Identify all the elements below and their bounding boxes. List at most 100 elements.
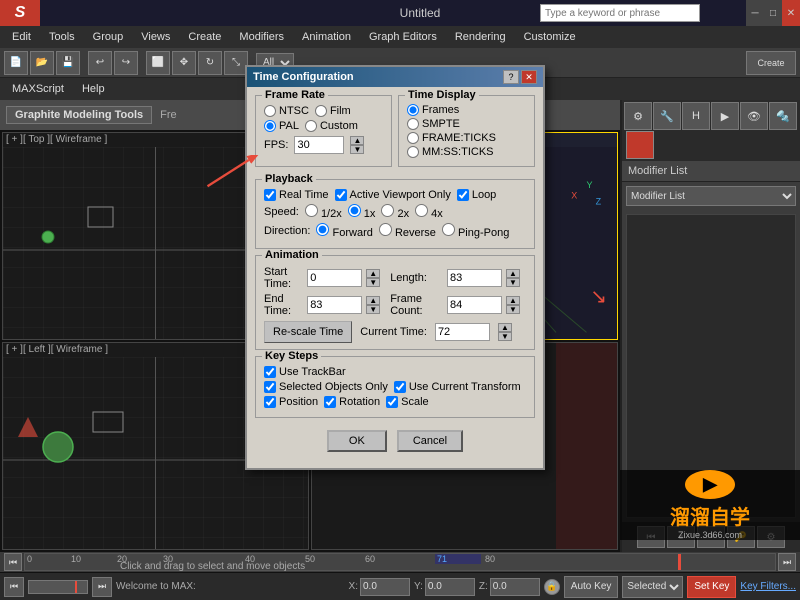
real-time-checkbox[interactable] bbox=[264, 189, 276, 201]
speed-2x-label[interactable]: 2x bbox=[381, 204, 409, 220]
frame-count-down[interactable]: ▼ bbox=[506, 305, 520, 314]
mm-ss-ticks-label: MM:SS:TICKS bbox=[422, 146, 494, 158]
ntsc-label[interactable]: NTSC bbox=[264, 105, 309, 117]
fps-label: FPS: bbox=[264, 139, 288, 151]
active-viewport-checkbox[interactable] bbox=[335, 189, 347, 201]
ntsc-radio[interactable] bbox=[264, 105, 276, 117]
length-down[interactable]: ▼ bbox=[506, 278, 520, 287]
current-time-down[interactable]: ▼ bbox=[498, 332, 512, 341]
dialog-titlebar: Time Configuration ? ✕ bbox=[247, 67, 543, 87]
frame-count-up[interactable]: ▲ bbox=[506, 296, 520, 305]
ping-pong-radio[interactable] bbox=[442, 223, 455, 236]
dialog-close-button[interactable]: ✕ bbox=[521, 70, 537, 84]
animation-section: Animation Start Time: ▲ ▼ Length: ▲ bbox=[255, 255, 535, 350]
start-time-up[interactable]: ▲ bbox=[366, 269, 380, 278]
ping-pong-label[interactable]: Ping-Pong bbox=[442, 223, 509, 239]
frame-ticks-radio[interactable] bbox=[407, 132, 419, 144]
speed-half-radio[interactable] bbox=[305, 204, 318, 217]
animation-title: Animation bbox=[262, 249, 322, 261]
start-time-down[interactable]: ▼ bbox=[366, 278, 380, 287]
frame-count-spinner: ▲ ▼ bbox=[506, 296, 526, 314]
use-trackbar-checkbox[interactable] bbox=[264, 366, 276, 378]
frames-row: Frames bbox=[407, 104, 526, 116]
forward-label[interactable]: Forward bbox=[316, 223, 372, 239]
selected-objects-label[interactable]: Selected Objects Only bbox=[264, 381, 388, 393]
current-time-up[interactable]: ▲ bbox=[498, 323, 512, 332]
start-time-input[interactable] bbox=[307, 269, 362, 287]
animation-grid: Start Time: ▲ ▼ Length: ▲ ▼ bbox=[264, 266, 526, 317]
scale-label[interactable]: Scale bbox=[386, 396, 429, 408]
smpte-row: SMPTE bbox=[407, 118, 526, 130]
app: S Untitled ─ □ ✕ Edit Tools Group Views … bbox=[0, 0, 800, 600]
transform-options-row: Position Rotation Scale bbox=[264, 396, 526, 408]
frame-ticks-row: FRAME:TICKS bbox=[407, 132, 526, 144]
end-time-up[interactable]: ▲ bbox=[366, 296, 380, 305]
speed-2x-radio[interactable] bbox=[381, 204, 394, 217]
speed-1x-label[interactable]: 1x bbox=[348, 204, 376, 220]
length-up[interactable]: ▲ bbox=[506, 269, 520, 278]
use-current-transform-checkbox[interactable] bbox=[394, 381, 406, 393]
end-time-down[interactable]: ▼ bbox=[366, 305, 380, 314]
forward-radio[interactable] bbox=[316, 223, 329, 236]
selected-objects-row: Selected Objects Only Use Current Transf… bbox=[264, 381, 526, 393]
smpte-label: SMPTE bbox=[422, 118, 460, 130]
mm-ss-ticks-radio[interactable] bbox=[407, 146, 419, 158]
scale-checkbox[interactable] bbox=[386, 396, 398, 408]
watermark: ▶ 溜溜自学 Zixue.3d66.com bbox=[620, 470, 800, 540]
logo-text: S bbox=[15, 4, 26, 22]
reverse-radio[interactable] bbox=[379, 223, 392, 236]
dialog-overlay: Time Configuration ? ✕ Frame Rate bbox=[0, 0, 800, 600]
speed-4x-label[interactable]: 4x bbox=[415, 204, 443, 220]
key-steps-section: Key Steps Use TrackBar Selected Objects … bbox=[255, 356, 535, 418]
playback-section: Playback Real Time Active Viewport Only bbox=[255, 179, 535, 249]
use-trackbar-label[interactable]: Use TrackBar bbox=[264, 366, 346, 378]
frame-rate-title: Frame Rate bbox=[262, 89, 328, 101]
max-logo: S bbox=[0, 0, 40, 26]
dialog-help-button[interactable]: ? bbox=[503, 70, 519, 84]
current-time-input[interactable] bbox=[435, 323, 490, 341]
custom-label[interactable]: Custom bbox=[305, 120, 358, 132]
end-time-input[interactable] bbox=[307, 296, 362, 314]
frame-count-input[interactable] bbox=[447, 296, 502, 314]
watermark-icon: ▶ bbox=[685, 470, 735, 499]
selected-objects-checkbox[interactable] bbox=[264, 381, 276, 393]
rotation-checkbox[interactable] bbox=[324, 396, 336, 408]
loop-label[interactable]: Loop bbox=[457, 189, 496, 201]
speed-half-label[interactable]: 1/2x bbox=[305, 204, 342, 220]
fps-input[interactable] bbox=[294, 136, 344, 154]
frame-count-label: Frame Count: bbox=[390, 293, 439, 317]
ntsc-film-row: NTSC Film bbox=[264, 105, 383, 117]
frames-radio[interactable] bbox=[407, 104, 419, 116]
ok-button[interactable]: OK bbox=[327, 430, 387, 452]
rescale-button[interactable]: Re-scale Time bbox=[264, 321, 352, 343]
dialog-buttons: OK Cancel bbox=[255, 424, 535, 460]
position-label[interactable]: Position bbox=[264, 396, 318, 408]
real-time-label[interactable]: Real Time bbox=[264, 189, 329, 201]
custom-radio[interactable] bbox=[305, 120, 317, 132]
speed-row: Speed: 1/2x 1x 2x 4x bbox=[264, 204, 526, 220]
length-input[interactable] bbox=[447, 269, 502, 287]
position-checkbox[interactable] bbox=[264, 396, 276, 408]
frames-label: Frames bbox=[422, 104, 459, 116]
dialog-content: Frame Rate NTSC Film bbox=[247, 87, 543, 468]
smpte-radio[interactable] bbox=[407, 118, 419, 130]
rotation-label[interactable]: Rotation bbox=[324, 396, 380, 408]
watermark-text1: 溜溜自学 bbox=[670, 501, 750, 530]
film-label[interactable]: Film bbox=[315, 105, 351, 117]
length-label: Length: bbox=[390, 272, 439, 284]
loop-checkbox[interactable] bbox=[457, 189, 469, 201]
pal-label[interactable]: PAL bbox=[264, 120, 299, 132]
fps-down-button[interactable]: ▼ bbox=[350, 145, 364, 154]
reverse-label[interactable]: Reverse bbox=[379, 223, 436, 239]
pal-radio[interactable] bbox=[264, 120, 276, 132]
active-viewport-label[interactable]: Active Viewport Only bbox=[335, 189, 451, 201]
speed-1x-radio[interactable] bbox=[348, 204, 361, 217]
direction-row: Direction: Forward Reverse Ping-Pong bbox=[264, 223, 526, 239]
fps-row: FPS: ▲ ▼ bbox=[264, 136, 383, 154]
cancel-button[interactable]: Cancel bbox=[397, 430, 463, 452]
film-radio[interactable] bbox=[315, 105, 327, 117]
fps-up-button[interactable]: ▲ bbox=[350, 136, 364, 145]
use-current-transform-label[interactable]: Use Current Transform bbox=[394, 381, 521, 393]
length-spinner: ▲ ▼ bbox=[506, 269, 526, 287]
speed-4x-radio[interactable] bbox=[415, 204, 428, 217]
